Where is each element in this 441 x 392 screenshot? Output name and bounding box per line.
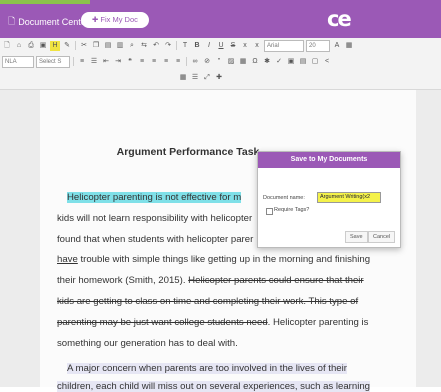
plus-icon: ✚ [92, 15, 99, 24]
document-line: kids are getting to class on time and co… [57, 296, 358, 307]
text-run: kids will not learn responsibility with … [57, 213, 253, 224]
special-icon[interactable]: ✱ [262, 57, 272, 67]
document-center-label: Document Center [18, 17, 89, 27]
document-icon: 🗋 [8, 16, 16, 26]
text-run: something our generation has to deal wit… [57, 338, 238, 349]
highlight-icon[interactable]: H [50, 40, 60, 51]
save-dialog: Save to My Documents Document name: Argu… [257, 151, 401, 248]
toolbar-row-1: 🗋 ⌂ ⎙ ▣ H ✎ ✂ ❐ ▤ ▥ ⌕ ⇆ ↶ ↷ T B I U S x … [2, 39, 354, 52]
accent-strip [0, 0, 90, 4]
table-icon[interactable]: ▦ [238, 57, 248, 67]
spellcheck-icon[interactable]: ✓ [274, 57, 284, 67]
align-left-icon[interactable]: ≡ [137, 57, 147, 67]
copy-icon[interactable]: ❐ [91, 41, 101, 51]
document-line: found that when students with helicopter… [57, 234, 253, 245]
document-line: something our generation has to deal wit… [57, 338, 238, 349]
strikethrough-icon[interactable]: S [228, 41, 238, 51]
toolbar-row-3: ▦ ☰ ⤢ ✚ [178, 71, 224, 84]
paste-text-icon[interactable]: ▥ [115, 41, 125, 51]
bulleted-list-icon[interactable]: ☰ [89, 57, 99, 67]
format-select[interactable]: Select S [36, 55, 70, 68]
text-run: parenting may be just want college stude… [57, 317, 268, 328]
cut-icon[interactable]: ✂ [79, 41, 89, 51]
size-select[interactable]: 20 [306, 39, 330, 52]
superscript-icon[interactable]: x [252, 41, 262, 51]
dialog-title: Save to My Documents [258, 152, 400, 168]
document-line: their homework (Smith, 2015). Helicopter… [57, 275, 364, 286]
editor-toolbar: 🗋 ⌂ ⎙ ▣ H ✎ ✂ ❐ ▤ ▥ ⌕ ⇆ ↶ ↷ T B I U S x … [0, 38, 441, 90]
find-icon[interactable]: ⌕ [127, 41, 137, 51]
quote-icon[interactable]: ” [214, 57, 224, 67]
fullscreen-icon[interactable]: ⤢ [202, 73, 212, 83]
paste-icon[interactable]: ▤ [103, 41, 113, 51]
plugin-icon[interactable]: ✚ [214, 73, 224, 83]
align-center-icon[interactable]: ≡ [149, 57, 159, 67]
document-line: kids will not learn responsibility with … [57, 213, 252, 224]
document-name-label: Document name: [263, 195, 305, 201]
document-line: parenting may be just want college stude… [57, 317, 368, 328]
text-run: . Helicopter parenting is [267, 317, 369, 328]
share-icon[interactable]: < [322, 57, 332, 67]
text-run: kids are getting to class on time and co… [57, 296, 359, 307]
maximize-icon[interactable]: ▢ [310, 57, 320, 67]
italic-icon[interactable]: I [204, 41, 214, 51]
print-icon[interactable]: ⎙ [26, 41, 36, 51]
new-doc-icon[interactable]: 🗋 [2, 41, 12, 51]
save-icon[interactable]: ▣ [38, 41, 48, 51]
pen-icon[interactable]: ✎ [62, 41, 72, 51]
cancel-button[interactable]: Cancel [368, 231, 396, 243]
open-icon[interactable]: ⌂ [14, 41, 24, 51]
style-select[interactable]: NLA [2, 55, 34, 68]
text-run: their homework (Smith, 2015). [57, 275, 189, 286]
underline-icon[interactable]: U [216, 41, 226, 51]
subscript-icon[interactable]: x [240, 41, 250, 51]
text-run: Helicopter parenting is not effective fo… [67, 192, 242, 203]
text-run: Helicopter parents could ensure that the… [188, 275, 364, 286]
align-right-icon[interactable]: ≡ [161, 57, 171, 67]
outdent-icon[interactable]: ⇤ [101, 57, 111, 67]
text-run: have [57, 254, 78, 265]
brand-logo: ce [327, 7, 352, 31]
document-line: Helicopter parenting is not effective fo… [67, 192, 242, 203]
require-tags-checkbox[interactable] [266, 208, 273, 215]
replace-icon[interactable]: ⇆ [139, 41, 149, 51]
fix-my-doc-button[interactable]: ✚ Fix My Doc [81, 12, 149, 28]
bold-icon[interactable]: B [192, 41, 202, 51]
indent-icon[interactable]: ⇥ [113, 57, 123, 67]
unlink-icon[interactable]: ⊘ [202, 57, 212, 67]
undo-icon[interactable]: ↶ [151, 41, 161, 51]
font-select[interactable]: Arial [264, 39, 304, 52]
redo-icon[interactable]: ↷ [163, 41, 173, 51]
fix-my-doc-label: Fix My Doc [100, 15, 138, 24]
text-run: found that when students with helicopter… [57, 234, 254, 245]
grid-icon[interactable]: ▦ [178, 73, 188, 83]
source-icon[interactable]: ▤ [298, 57, 308, 67]
text-run: trouble with simple things like getting … [77, 254, 371, 265]
document-line: have trouble with simple things like get… [57, 254, 370, 265]
justify-icon[interactable]: ≡ [173, 57, 183, 67]
bg-color-icon[interactable]: ▦ [344, 41, 354, 51]
document-line: A major concern when parents are too inv… [67, 363, 347, 374]
link-icon[interactable]: ∞ [190, 57, 200, 67]
font-color-icon[interactable]: A [332, 41, 342, 51]
document-name-input[interactable]: Argument Writing(x2 [317, 192, 381, 203]
omega-icon[interactable]: Ω [250, 57, 260, 67]
list-icon[interactable]: ☰ [190, 73, 200, 83]
image-icon[interactable]: ▨ [226, 57, 236, 67]
require-tags-label: Require Tags? [274, 207, 310, 213]
numbered-list-icon[interactable]: ≡ [77, 57, 87, 67]
blockquote-icon[interactable]: ❝ [125, 57, 135, 67]
preview-icon[interactable]: ▣ [286, 57, 296, 67]
save-button[interactable]: Save [345, 231, 368, 243]
clear-format-icon[interactable]: T [180, 41, 190, 51]
text-run: A major concern when parents are too inv… [67, 363, 347, 374]
toolbar-row-2: NLA Select S ≡ ☰ ⇤ ⇥ ❝ ≡ ≡ ≡ ≡ ∞ ⊘ ” ▨ ▦… [2, 55, 332, 68]
